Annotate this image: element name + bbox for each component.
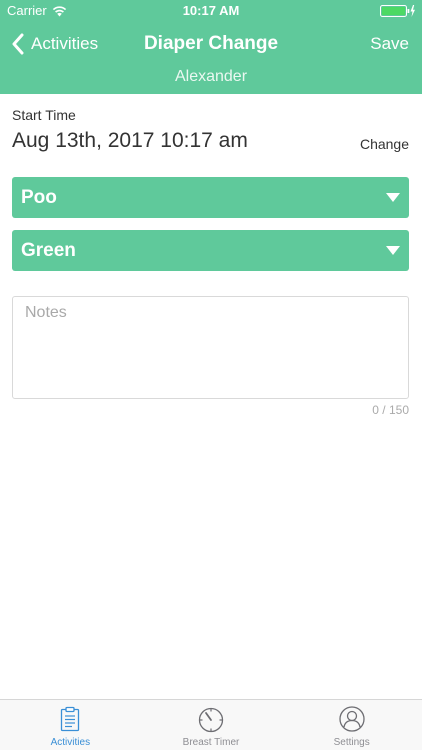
diaper-change-screen: Carrier 10:17 AM Activities Diaper Chang…: [0, 0, 422, 750]
settings-icon: [339, 706, 365, 732]
header: Carrier 10:17 AM Activities Diaper Chang…: [0, 0, 422, 94]
caret-down-icon: [386, 193, 400, 202]
tab-breast-timer[interactable]: Breast Timer: [141, 700, 282, 750]
diaper-type-value: Poo: [21, 187, 57, 208]
status-time: 10:17 AM: [182, 3, 240, 18]
diaper-type-dropdown[interactable]: Poo: [12, 177, 409, 218]
notes-input[interactable]: [12, 296, 409, 399]
child-name: Alexander: [174, 68, 248, 85]
navigation-bar: Activities Diaper Change Save: [0, 22, 422, 66]
start-time-value: Aug 13th, 2017 10:17 am: [12, 129, 248, 152]
tab-settings-label: Settings: [333, 737, 370, 748]
page-title: Diaper Change: [143, 33, 279, 54]
tab-breast-timer-label: Breast Timer: [182, 737, 240, 748]
status-bar: Carrier 10:17 AM: [0, 0, 422, 22]
color-dropdown[interactable]: Green: [12, 230, 409, 271]
caret-down-icon: [386, 246, 400, 255]
save-button[interactable]: Save: [370, 22, 409, 66]
tab-activities-label: Activities: [50, 737, 91, 748]
clipboard-icon: [61, 706, 80, 732]
color-value: Green: [21, 240, 76, 261]
start-time-label: Start Time: [12, 107, 76, 123]
notes-character-counter: 0 / 150: [372, 403, 409, 417]
timer-icon: [198, 707, 224, 733]
battery-icon: [380, 5, 415, 17]
tab-settings[interactable]: Settings: [281, 700, 422, 750]
change-start-time-button[interactable]: Change: [360, 136, 409, 152]
tab-activities[interactable]: Activities: [0, 700, 141, 750]
tab-bar: Activities Breast Timer Settings: [0, 699, 422, 750]
